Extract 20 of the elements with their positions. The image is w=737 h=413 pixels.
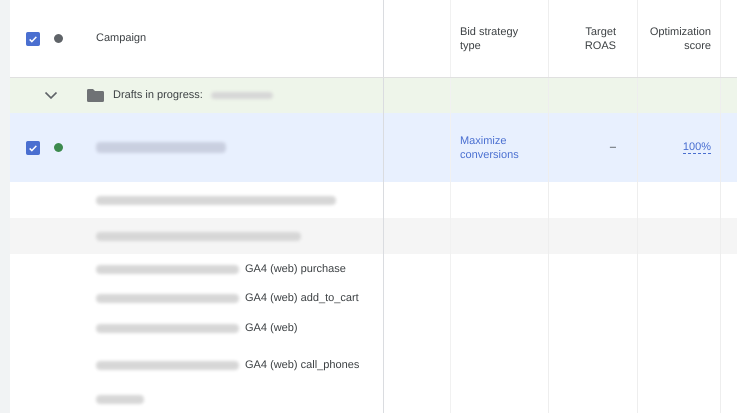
chevron-icon[interactable]: [44, 91, 58, 100]
conversion-action: GA4 (web) add_to_cart: [245, 290, 359, 306]
bid-strategy-link[interactable]: Maximize conversions: [460, 134, 535, 162]
conversion-action: GA4 (web) call_phones: [245, 358, 360, 373]
conversion-action: GA4 (web): [245, 321, 298, 336]
optimization-score-link[interactable]: 100%: [682, 141, 711, 154]
check-icon: [28, 142, 38, 152]
checkbox[interactable]: [26, 32, 40, 46]
blurred-text: [96, 394, 144, 404]
column-header[interactable]: Campaign: [96, 30, 146, 47]
target-roas-value: –: [610, 140, 616, 156]
group-label: Drafts in progress:: [113, 88, 203, 104]
checkbox[interactable]: [26, 140, 40, 154]
column-header[interactable]: Optimization score: [641, 24, 711, 52]
conversion-action: GA4 (web) purchase: [245, 262, 346, 277]
blurred-text: [210, 92, 273, 99]
check-icon: [28, 34, 38, 44]
column-header[interactable]: Target ROAS: [576, 24, 616, 52]
column-header[interactable]: Bid strategy type: [460, 24, 530, 52]
folder-icon: [87, 89, 104, 102]
